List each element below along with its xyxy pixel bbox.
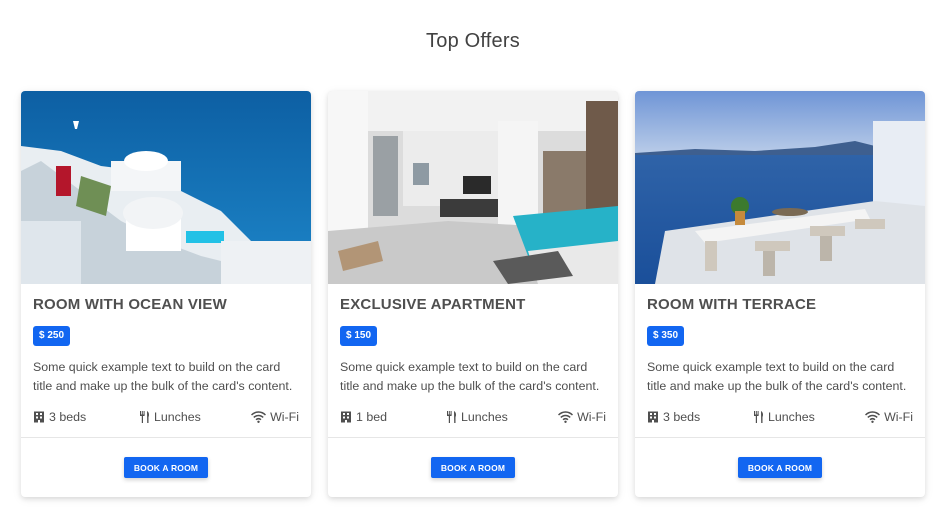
offer-card: ROOM WITH TERRACE $ 350 Some quick examp…	[635, 91, 925, 497]
card-image-ocean-view	[21, 91, 311, 284]
amenities: 3 beds Lunches Wi-Fi	[33, 409, 299, 425]
wifi-icon	[865, 411, 881, 423]
amenities: 1 bed Lunches Wi-Fi	[340, 409, 606, 425]
amenity-label: 1 bed	[356, 410, 388, 424]
offer-card: EXCLUSIVE APARTMENT $ 150 Some quick exa…	[328, 91, 618, 497]
card-image-apartment	[328, 91, 618, 284]
amenity-beds: 1 bed	[340, 409, 387, 425]
card-divider	[21, 437, 311, 438]
amenity-beds: 3 beds	[33, 409, 86, 425]
price-badge: $ 250	[33, 326, 71, 346]
amenity-label: Wi-Fi	[577, 410, 606, 424]
card-text: Some quick example text to build on the …	[340, 360, 600, 393]
amenity-label: 3 beds	[663, 410, 701, 424]
utensils-icon	[140, 411, 149, 423]
amenity-wifi: Wi-Fi	[251, 409, 299, 425]
card-divider	[635, 437, 925, 438]
amenity-wifi: Wi-Fi	[558, 409, 606, 425]
card-text: Some quick example text to build on the …	[33, 360, 293, 393]
book-a-room-button[interactable]: BOOK A ROOM	[738, 457, 822, 478]
price-badge: $ 350	[647, 326, 685, 346]
book-a-room-button[interactable]: BOOK A ROOM	[431, 457, 515, 478]
amenity-label: Lunches	[154, 410, 201, 424]
amenity-label: 3 beds	[49, 410, 87, 424]
amenity-wifi: Wi-Fi	[865, 409, 913, 425]
amenities: 3 beds Lunches Wi-Fi	[647, 409, 913, 425]
wifi-icon	[251, 411, 267, 423]
utensils-icon	[447, 411, 456, 423]
card-title: ROOM WITH TERRACE	[647, 296, 817, 313]
wifi-icon	[558, 411, 574, 423]
amenity-lunches: Lunches	[447, 409, 508, 425]
building-icon	[34, 411, 44, 423]
card-text: Some quick example text to build on the …	[647, 360, 907, 393]
section-title: Top Offers	[426, 30, 520, 52]
card-divider	[328, 437, 618, 438]
amenity-label: Wi-Fi	[270, 410, 299, 424]
building-icon	[341, 411, 351, 423]
offer-cards: ROOM WITH OCEAN VIEW $ 250 Some quick ex…	[21, 91, 931, 501]
book-a-room-button[interactable]: BOOK A ROOM	[124, 457, 208, 478]
amenity-label: Lunches	[461, 410, 508, 424]
amenity-label: Lunches	[768, 410, 815, 424]
price-badge: $ 150	[340, 326, 378, 346]
building-icon	[648, 411, 658, 423]
card-title: ROOM WITH OCEAN VIEW	[33, 296, 227, 313]
amenity-label: Wi-Fi	[884, 410, 913, 424]
offer-card: ROOM WITH OCEAN VIEW $ 250 Some quick ex…	[21, 91, 311, 497]
amenity-lunches: Lunches	[754, 409, 815, 425]
card-title: EXCLUSIVE APARTMENT	[340, 296, 526, 313]
card-image-terrace	[635, 91, 925, 284]
amenity-beds: 3 beds	[647, 409, 700, 425]
amenity-lunches: Lunches	[140, 409, 201, 425]
utensils-icon	[754, 411, 763, 423]
